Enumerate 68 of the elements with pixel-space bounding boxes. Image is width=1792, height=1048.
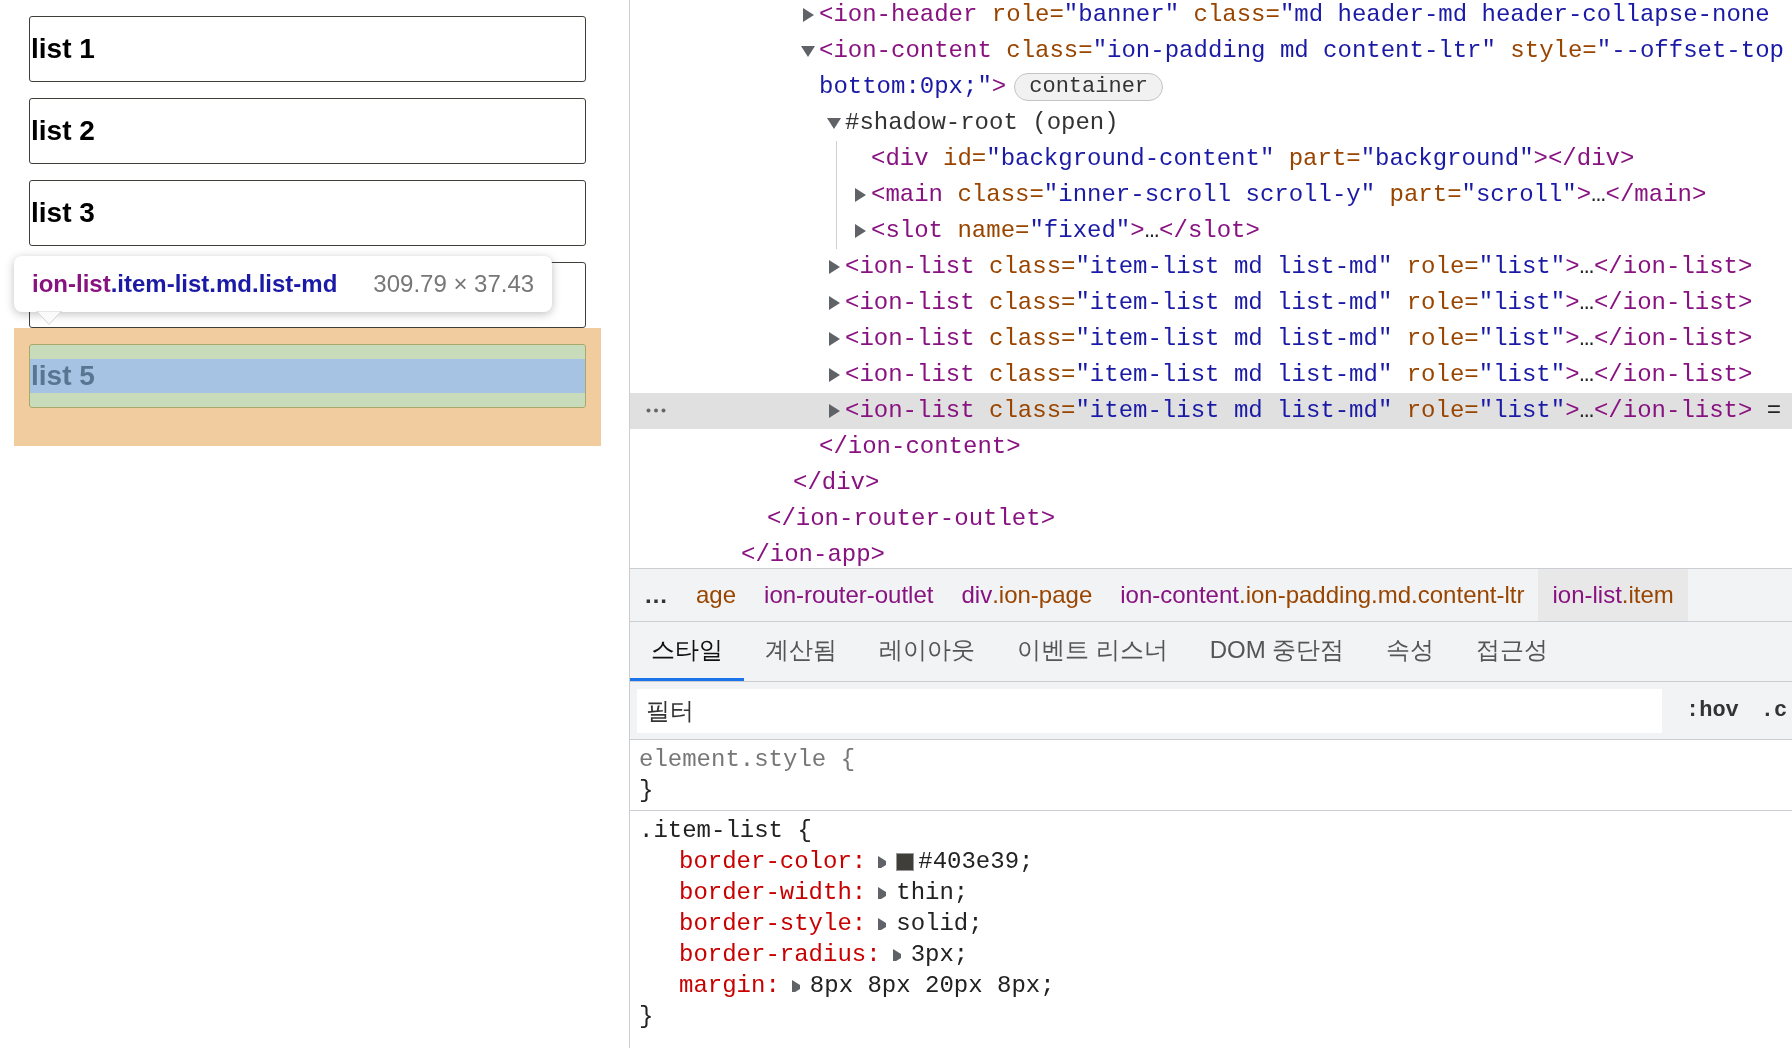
dom-node[interactable]: <ion-list class="item-list md list-md" role="list">…</ion-list> — [845, 249, 1753, 285]
closing-tag: </ion-app> — [741, 537, 886, 568]
element-selector: ion-list.item-list.md.list-md — [32, 269, 338, 299]
css-value: 8px 8px 20px 8px; — [809, 971, 1055, 1001]
list-label: list 2 — [30, 114, 95, 148]
dom-node[interactable]: <ion-list class="item-list md list-md" role="list">…</ion-list> — [845, 285, 1753, 321]
expand-triangle-icon[interactable] — [876, 855, 887, 868]
breadcrumb-overflow[interactable]: … — [630, 569, 682, 621]
closing-tag: </ion-content> — [819, 429, 1021, 465]
styles-tab[interactable]: DOM 중단점 — [1188, 622, 1366, 681]
css-property: border-style: — [679, 909, 867, 939]
closing-tag: </div> — [793, 465, 880, 501]
dom-node[interactable]: <ion-list class="item-list md list-md" role="list">…</ion-list> — [845, 321, 1753, 357]
css-value: solid; — [896, 909, 983, 939]
list-label: list 5 — [30, 359, 95, 393]
rule-brace: } — [639, 776, 655, 806]
styles-tab[interactable]: 계산됨 — [744, 622, 858, 681]
expand-triangle-icon[interactable] — [827, 404, 841, 418]
more-icon[interactable] — [646, 408, 666, 413]
dom-node[interactable]: <ion-list class="item-list md list-md" role="list">…</ion-list> — [845, 357, 1753, 393]
expand-triangle-icon[interactable] — [890, 948, 901, 961]
dom-node[interactable]: <main class="inner-scroll scroll-y" part="scroll">…</main> — [871, 177, 1707, 213]
expand-triangle-icon[interactable] — [827, 332, 841, 346]
expand-triangle-icon[interactable] — [876, 917, 887, 930]
dom-node[interactable]: <ion-header role="banner" class="md header-md header-collapse-none — [819, 0, 1770, 33]
css-value: thin; — [896, 878, 969, 908]
list-label: list 3 — [30, 196, 95, 230]
rule-selector: .item-list { — [639, 816, 813, 846]
breadcrumb[interactable]: ion-router-outlet — [750, 569, 948, 621]
dom-node[interactable]: <div id="background-content" part="background"></div> — [871, 141, 1635, 177]
breadcrumb[interactable]: age — [682, 569, 751, 621]
css-property: border-width: — [679, 878, 867, 908]
shadow-root-node[interactable]: #shadow-root (open) — [845, 105, 1119, 141]
styles-tab[interactable]: 레이아웃 — [858, 622, 996, 681]
expand-triangle-icon[interactable] — [789, 979, 800, 992]
dom-node[interactable]: <ion-content class="ion-padding md content-ltr" style="--offset-top — [819, 33, 1784, 69]
expand-triangle-icon[interactable] — [876, 886, 887, 899]
breadcrumb[interactable]: ion-content.ion-padding.md.content-ltr — [1106, 569, 1539, 621]
style-toggle[interactable]: .c — [1760, 694, 1788, 727]
css-property: border-color: — [679, 847, 867, 877]
element-size: 309.79 × 37.43 — [373, 269, 535, 299]
breadcrumb[interactable]: ion-list.item — [1538, 569, 1688, 621]
container-badge[interactable]: container — [1014, 73, 1164, 101]
styles-tab[interactable]: 접근성 — [1455, 622, 1570, 681]
expand-triangle-icon[interactable] — [853, 224, 867, 238]
list-label: list 1 — [30, 32, 95, 66]
styles-tab[interactable]: 속성 — [1365, 622, 1456, 681]
dom-node[interactable]: <slot name="fixed">…</slot> — [871, 213, 1260, 249]
expand-triangle-icon[interactable] — [827, 260, 841, 274]
expand-triangle-icon[interactable] — [827, 296, 841, 310]
dom-node-continued: bottom:0px;"> — [819, 72, 1007, 102]
collapse-triangle-icon[interactable] — [827, 116, 841, 130]
css-value: 3px; — [910, 940, 969, 970]
style-toggle[interactable]: :hov — [1686, 694, 1739, 727]
styles-tab[interactable]: 이벤트 리스너 — [996, 622, 1189, 681]
color-swatch[interactable] — [896, 852, 915, 871]
expand-triangle-icon[interactable] — [827, 368, 841, 382]
css-property: margin: — [679, 971, 780, 1001]
expand-triangle-icon[interactable] — [853, 188, 867, 202]
collapse-triangle-icon[interactable] — [801, 44, 815, 58]
rule-selector: element.style { — [639, 745, 857, 775]
css-value: #403e39; — [918, 847, 1034, 877]
rule-brace: } — [639, 1002, 655, 1032]
expand-triangle-icon[interactable] — [801, 8, 815, 22]
css-property: border-radius: — [679, 940, 881, 970]
filter-field[interactable]: 필터 — [637, 688, 1662, 733]
breadcrumb[interactable]: div.ion-page — [947, 569, 1107, 621]
closing-tag: </ion-router-outlet> — [767, 501, 1056, 537]
